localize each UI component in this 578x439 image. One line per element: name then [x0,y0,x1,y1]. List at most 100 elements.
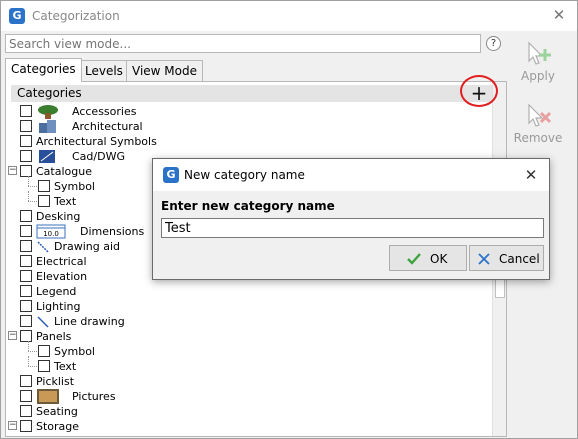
search-input[interactable] [5,34,481,53]
category-checkbox[interactable] [20,120,32,132]
category-checkbox[interactable] [38,195,50,207]
tree-item-label: Architectural [72,120,143,133]
tree-item-label: Picklist [36,375,75,388]
check-icon [407,253,421,265]
tree-item[interactable]: Text [6,356,492,374]
tree-item-label: Legend [36,285,77,298]
tree-item-label: Line drawing [54,315,125,328]
cursor-x-icon [528,103,552,127]
dialog-close-button[interactable]: ✕ [521,165,541,185]
category-checkbox[interactable] [20,150,32,162]
plant-icon [36,104,60,119]
tree-item-label: Cad/DWG [72,150,125,163]
categories-header: Categories [11,85,495,102]
title-bar: G Categorization ✕ [1,1,577,31]
category-checkbox[interactable] [20,165,32,177]
collapse-icon[interactable]: − [8,331,17,340]
tree-item-label: Drawing aid [54,240,121,253]
tree-item-label: Electrical [36,255,87,268]
collapse-icon[interactable]: − [8,421,17,430]
dimension-thumb-text: 10.0 [43,230,59,238]
category-checkbox[interactable] [20,315,32,327]
ok-button[interactable]: OK [389,245,467,271]
collapse-icon[interactable]: − [8,166,17,175]
tree-item-label: Elevation [36,270,88,283]
architecture-icon [36,119,60,134]
tree-item-label: Symbol [54,345,95,358]
tree-item-label: Desking [36,210,81,223]
category-name-input[interactable] [161,218,544,238]
category-checkbox[interactable] [20,405,32,417]
tree-item-label: Pictures [72,390,116,403]
tree-connector [28,186,37,187]
highlight-circle [460,75,498,107]
tree-item-label: Dimensions [80,225,145,238]
apply-button[interactable]: Apply [513,39,563,83]
dimension-icon: 10.0 [36,224,66,239]
tree-connector [28,201,37,202]
tree-item-label: Architectural Symbols [36,135,157,148]
tree-item[interactable]: Picklist [6,374,492,389]
tree-connector [28,366,37,367]
tree-connector [28,191,29,201]
cancel-label: Cancel [499,252,540,266]
ok-label: OK [430,252,448,266]
cad-icon [36,149,60,164]
tree-item-label: Text [54,195,77,208]
category-checkbox[interactable] [20,105,32,117]
category-checkbox[interactable] [20,300,32,312]
tree-item[interactable]: Symbol [6,341,492,359]
tab-view-mode[interactable]: View Mode [126,60,203,81]
category-checkbox[interactable] [20,255,32,267]
tree-item-label: Accessories [72,105,137,118]
category-checkbox[interactable] [20,270,32,282]
category-checkbox[interactable] [20,240,32,252]
category-checkbox[interactable] [20,210,32,222]
cancel-x-icon [478,253,490,265]
tree-item[interactable]: Pictures [6,389,492,404]
cancel-button[interactable]: Cancel [469,245,544,271]
category-checkbox[interactable] [20,330,32,342]
tree-item[interactable]: Accessories [6,104,492,119]
tree-item[interactable]: Architectural [6,119,492,134]
category-checkbox[interactable] [20,285,32,297]
tree-item[interactable]: Seating [6,404,492,419]
tree-connector [28,356,29,366]
tab-levels[interactable]: Levels [79,60,129,81]
tree-item-label: Seating [36,405,78,418]
tree-connector [28,351,37,352]
window-close-button[interactable]: ✕ [549,5,569,25]
window-title: Categorization [32,9,120,23]
tree-item-label: Text [54,360,77,373]
picture-icon [36,389,60,404]
tree-item[interactable]: Line drawing [6,314,492,329]
category-checkbox[interactable] [20,135,32,147]
tree-item[interactable]: − Panels [6,329,492,344]
remove-label: Remove [513,131,563,145]
category-checkbox[interactable] [20,390,32,402]
category-checkbox[interactable] [20,225,32,237]
category-checkbox[interactable] [38,345,50,357]
tree-item[interactable]: Legend [6,284,492,299]
category-checkbox[interactable] [20,420,32,432]
line-drawing-icon [36,314,50,329]
remove-button[interactable]: Remove [513,101,563,145]
tree-connector [28,176,29,186]
tree-connector [28,341,29,351]
new-category-dialog: G New category name ✕ Enter new category… [152,158,550,280]
tree-item-label: Storage [36,420,80,433]
help-icon[interactable]: ? [486,36,501,51]
tab-categories[interactable]: Categories [5,58,82,82]
tree-item-label: Symbol [54,180,95,193]
tree-item[interactable]: − Storage [6,419,492,434]
tree-item[interactable]: Lighting [6,299,492,314]
tree-item-label: Lighting [36,300,81,313]
tree-item-label: Panels [36,330,72,343]
dialog-title-bar: G New category name ✕ [153,159,549,191]
category-checkbox[interactable] [38,360,50,372]
dialog-prompt: Enter new category name [161,199,335,213]
tree-item[interactable]: Architectural Symbols [6,134,492,149]
category-checkbox[interactable] [20,375,32,387]
app-icon: G [9,8,25,24]
category-checkbox[interactable] [38,180,50,192]
